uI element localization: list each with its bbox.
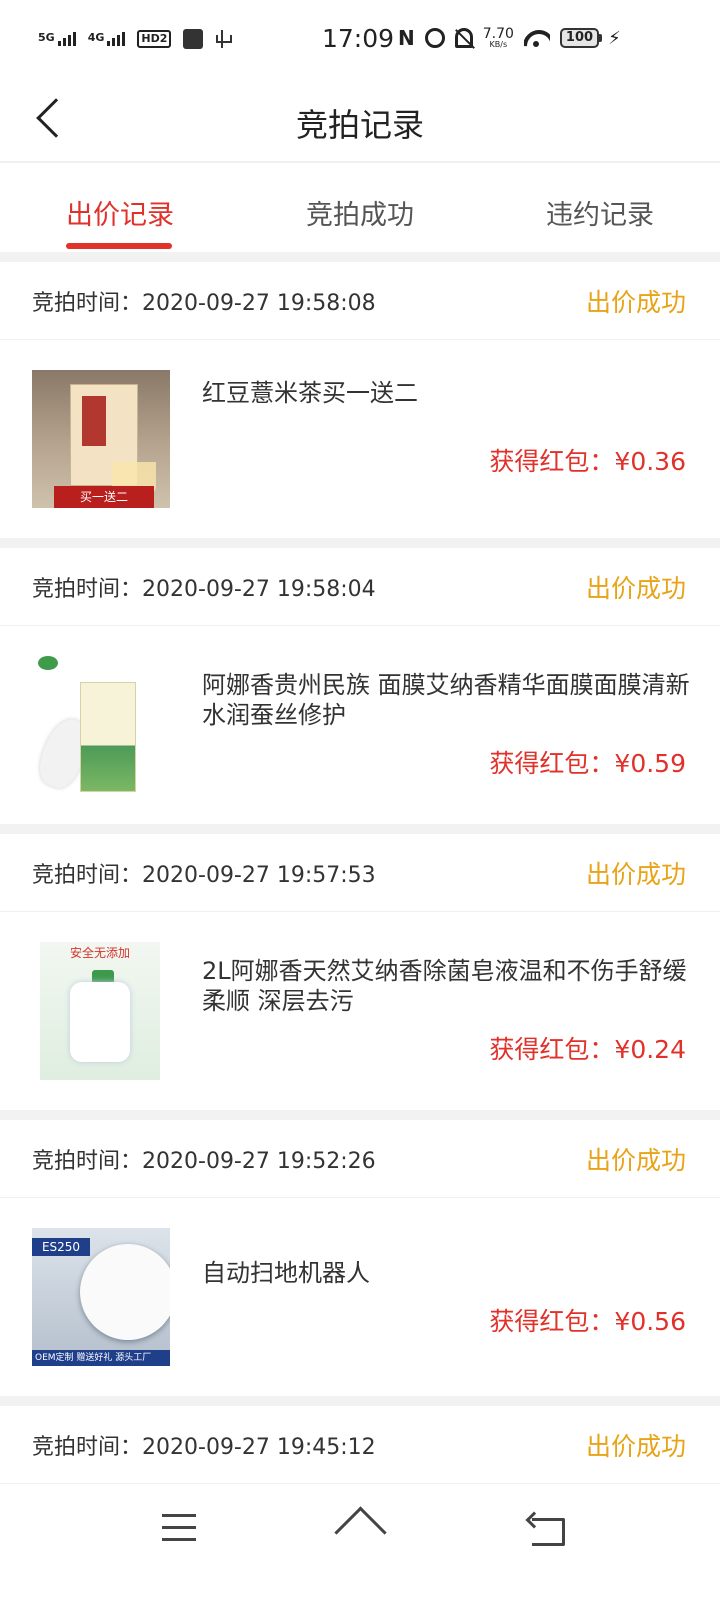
status-badge: 出价成功 (585, 1431, 686, 1461)
charging-icon: ⚡ (608, 27, 621, 49)
app-notification-icon (183, 29, 204, 49)
sim1-label: 5G (38, 31, 55, 44)
record-card[interactable]: 竞拍时间：2020-09-27 19:57:53 出价成功 安全无添加 2L阿娜… (0, 834, 720, 1110)
record-body: 阿娜香贵州民族 面膜艾纳香精华面膜面膜清新水润蚕丝修护 获得红包：¥0.59 (0, 626, 720, 824)
status-time: 17:09 (322, 24, 395, 53)
status-right: N 7.70 KB/s 100 ⚡ (398, 26, 621, 50)
product-image: 安全无添加 (40, 942, 160, 1080)
status-badge: 出价成功 (585, 859, 686, 889)
alarm-icon (424, 28, 445, 48)
tab-auction-success[interactable]: 竞拍成功 (240, 163, 480, 252)
network-speed: 7.70 KB/s (483, 27, 514, 49)
record-header: 竞拍时间：2020-09-27 19:58:08 出价成功 (0, 262, 720, 340)
status-badge: 出价成功 (585, 287, 686, 317)
record-list: 竞拍时间：2020-09-27 19:58:08 出价成功 买一送二 红豆薏米茶… (0, 262, 720, 1494)
tab-bid-records[interactable]: 出价记录 (0, 163, 240, 252)
product-name: 自动扫地机器人 (202, 1259, 370, 1287)
signal-4g-icon: 4G (88, 32, 126, 46)
bid-time: 竞拍时间：2020-09-27 19:58:04 (32, 576, 376, 602)
hd-voice-icon: HD2 (137, 30, 172, 48)
record-card[interactable]: 竞拍时间：2020-09-27 19:58:04 出价成功 阿娜香贵州民族 面膜… (0, 548, 720, 824)
mute-icon (454, 28, 473, 48)
status-left: 5G 4G HD2 (38, 28, 233, 50)
sim2-label: 4G (87, 31, 105, 44)
status-badge: 出价成功 (585, 573, 686, 603)
system-nav-bar (0, 1484, 720, 1600)
product-name: 红豆薏米茶买一送二 (202, 379, 418, 407)
red-packet-amount: 获得红包：¥0.56 (489, 1307, 686, 1336)
image-footer-text: OEM定制 赠送好礼 源头工厂 (32, 1350, 170, 1366)
red-packet-amount: 获得红包：¥0.24 (489, 1035, 686, 1064)
image-header-text: 安全无添加 (69, 946, 130, 960)
record-body: 安全无添加 2L阿娜香天然艾纳香除菌皂液温和不伤手舒缓柔顺 深层去污 获得红包：… (0, 912, 720, 1110)
product-name: 2L阿娜香天然艾纳香除菌皂液温和不伤手舒缓柔顺 深层去污 (202, 957, 687, 1015)
bid-time: 竞拍时间：2020-09-27 19:57:53 (32, 862, 376, 888)
battery-level: 100 (559, 28, 600, 48)
record-header: 竞拍时间：2020-09-27 19:58:04 出价成功 (0, 548, 720, 626)
red-packet-amount: 获得红包：¥0.59 (489, 749, 686, 778)
record-body: ES250 OEM定制 赠送好礼 源头工厂 自动扫地机器人 获得红包：¥0.56 (0, 1198, 720, 1396)
product-image (32, 656, 170, 794)
record-header: 竞拍时间：2020-09-27 19:52:26 出价成功 (0, 1120, 720, 1198)
record-header: 竞拍时间：2020-09-27 19:57:53 出价成功 (0, 834, 720, 912)
record-tabs: 出价记录 竞拍成功 违约记录 (0, 163, 720, 252)
image-model-tag: ES250 (32, 1238, 90, 1256)
battery-icon: 100 (559, 28, 603, 48)
status-bar: 5G 4G HD2 17:09 N 7.70 KB/s 100 ⚡ (0, 0, 720, 80)
record-card[interactable]: 竞拍时间：2020-09-27 19:52:26 出价成功 ES250 OEM定… (0, 1120, 720, 1396)
image-ribbon-text: 买一送二 (54, 486, 154, 508)
speed-value: 7.70 (482, 26, 514, 42)
bid-time: 竞拍时间：2020-09-27 19:58:08 (32, 290, 376, 316)
status-badge: 出价成功 (585, 1145, 686, 1175)
wifi-icon (524, 28, 550, 48)
record-card[interactable]: 竞拍时间：2020-09-27 19:58:08 出价成功 买一送二 红豆薏米茶… (0, 262, 720, 538)
red-packet-amount: 获得红包：¥0.36 (489, 447, 686, 476)
return-icon[interactable] (528, 1514, 565, 1546)
menu-icon[interactable] (162, 1512, 198, 1542)
product-image: 买一送二 (32, 370, 170, 508)
usb-icon (215, 28, 233, 50)
speed-unit: KB/s (489, 40, 508, 49)
record-header: 竞拍时间：2020-09-27 19:45:12 出价成功 (0, 1406, 720, 1484)
record-body: 买一送二 红豆薏米茶买一送二 获得红包：¥0.36 (0, 340, 720, 538)
product-image: ES250 OEM定制 赠送好礼 源头工厂 (32, 1228, 170, 1366)
bid-time: 竞拍时间：2020-09-27 19:45:12 (32, 1434, 376, 1460)
record-card[interactable]: 竞拍时间：2020-09-27 19:45:12 出价成功 (0, 1406, 720, 1484)
home-icon[interactable] (334, 1506, 386, 1546)
page-header: 竞拍记录 (0, 80, 720, 162)
bid-time: 竞拍时间：2020-09-27 19:52:26 (32, 1148, 376, 1174)
nfc-icon: N (398, 26, 415, 50)
tab-default-records[interactable]: 违约记录 (480, 163, 720, 252)
signal-5g-icon: 5G (38, 32, 76, 46)
page-title: 竞拍记录 (295, 106, 424, 144)
product-name: 阿娜香贵州民族 面膜艾纳香精华面膜面膜清新水润蚕丝修护 (202, 671, 690, 729)
